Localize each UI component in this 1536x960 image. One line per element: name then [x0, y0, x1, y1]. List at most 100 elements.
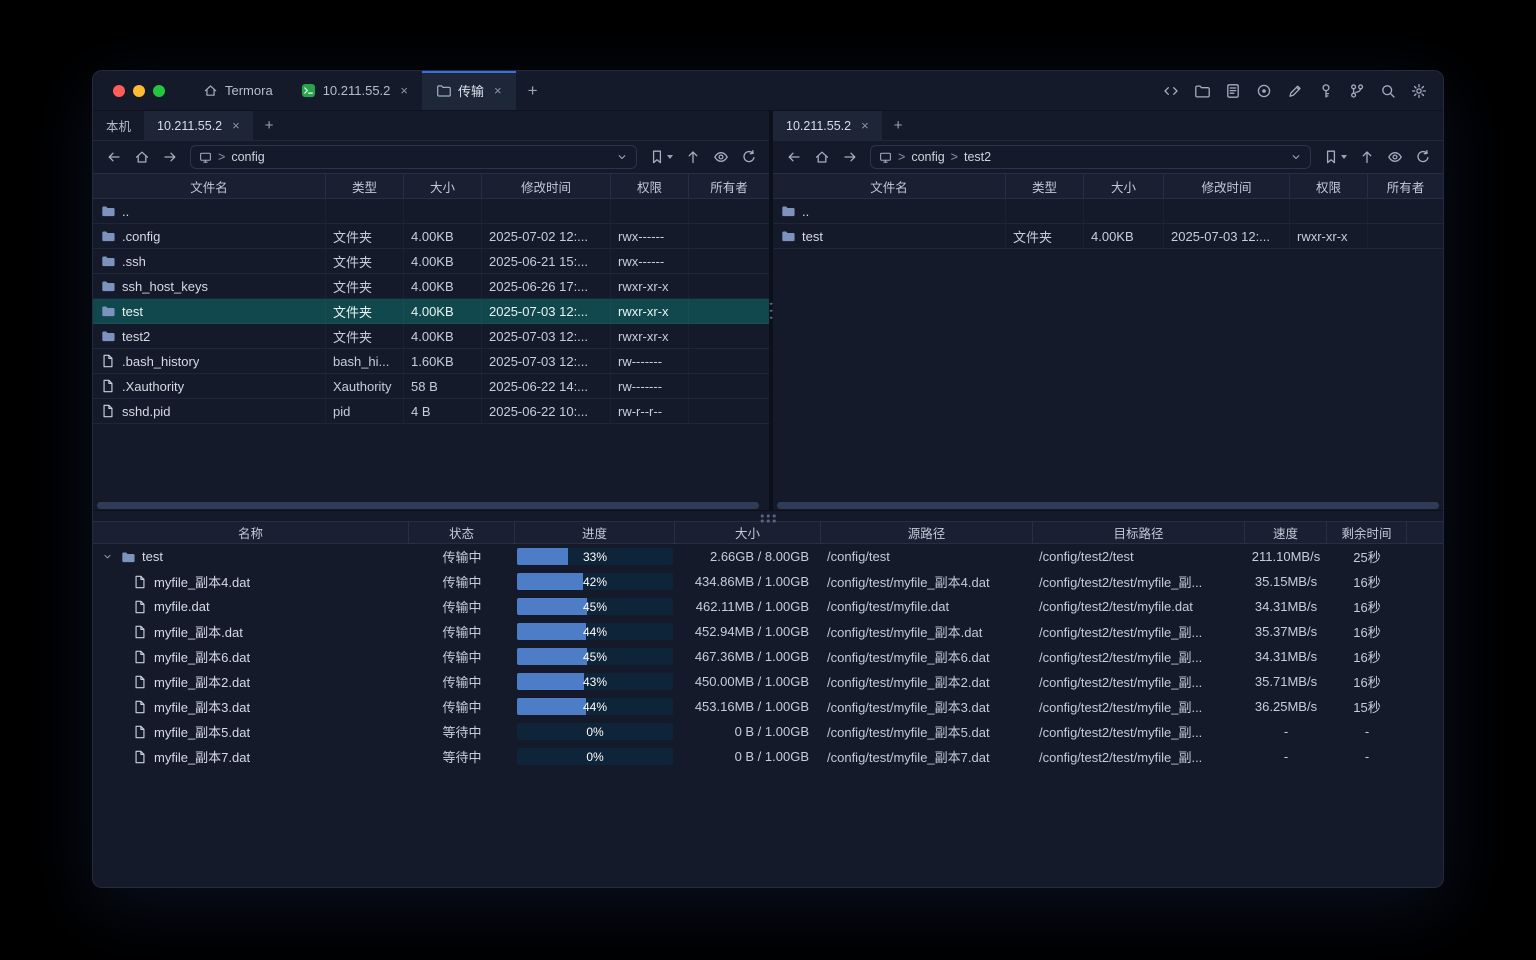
file-size: 4.00KB: [404, 224, 482, 248]
chevron-down-icon[interactable]: [616, 151, 628, 163]
file-row[interactable]: test文件夹4.00KB2025-07-03 12:...rwxr-xr-x: [93, 299, 769, 324]
column-header[interactable]: 类型: [1006, 174, 1084, 198]
branch-icon[interactable]: [1349, 83, 1365, 99]
column-header[interactable]: 所有者: [1368, 174, 1443, 198]
column-header[interactable]: 大小: [675, 522, 821, 543]
new-panel-tab-button[interactable]: +: [882, 111, 915, 140]
transfer-eta: 15秒: [1327, 694, 1407, 719]
new-tab-button[interactable]: +: [516, 71, 550, 110]
transfer-row[interactable]: test传输中33%2.66GB / 8.00GB/config/test/co…: [93, 544, 1443, 569]
forward-button[interactable]: [837, 145, 862, 169]
column-header[interactable]: 文件名: [93, 174, 326, 198]
transfer-splitter[interactable]: [93, 511, 1443, 521]
file-row[interactable]: .XauthorityXauthority58 B2025-06-22 14:.…: [93, 374, 769, 399]
file-row[interactable]: sshd.pidpid4 B2025-06-22 10:...rw-r--r--: [93, 399, 769, 424]
close-window-button[interactable]: [113, 85, 125, 97]
column-header[interactable]: 文件名: [773, 174, 1006, 198]
horizontal-scrollbar[interactable]: [93, 500, 769, 510]
transfer-speed: 35.37MB/s: [1245, 619, 1327, 644]
transfer-row[interactable]: myfile_副本4.dat传输中42%434.86MB / 1.00GB/co…: [93, 569, 1443, 594]
column-header[interactable]: 状态: [409, 522, 515, 543]
file-row[interactable]: ssh_host_keys文件夹4.00KB2025-06-26 17:...r…: [93, 274, 769, 299]
path-breadcrumb[interactable]: >config>test2: [870, 145, 1311, 169]
column-header[interactable]: 修改时间: [1164, 174, 1290, 198]
column-header[interactable]: 权限: [1290, 174, 1368, 198]
file-mtime: 2025-06-21 15:...: [482, 249, 611, 273]
show-hidden-button[interactable]: [708, 145, 733, 169]
scrollbar-thumb[interactable]: [777, 502, 1439, 509]
keygen-icon[interactable]: [1318, 83, 1334, 99]
back-button[interactable]: [101, 145, 126, 169]
column-header[interactable]: 类型: [326, 174, 404, 198]
column-header[interactable]: 进度: [515, 522, 675, 543]
panel-tab[interactable]: 10.211.55.2×: [773, 111, 882, 140]
breadcrumb-item[interactable]: config: [231, 150, 264, 164]
column-header[interactable]: 大小: [404, 174, 482, 198]
file-row[interactable]: test2文件夹4.00KB2025-07-03 12:...rwxr-xr-x: [93, 324, 769, 349]
refresh-button[interactable]: [1410, 145, 1435, 169]
transfer-row[interactable]: myfile_副本6.dat传输中45%467.36MB / 1.00GB/co…: [93, 644, 1443, 669]
breadcrumb-item[interactable]: config: [911, 150, 944, 164]
chevron-down-icon[interactable]: [1290, 151, 1302, 163]
folder-icon[interactable]: [1194, 83, 1210, 99]
file-row[interactable]: .ssh文件夹4.00KB2025-06-21 15:...rwx------: [93, 249, 769, 274]
edit-icon[interactable]: [1287, 83, 1303, 99]
breadcrumb-item[interactable]: test2: [964, 150, 991, 164]
settings-icon[interactable]: [1411, 83, 1427, 99]
bookmark-button[interactable]: [1319, 145, 1351, 169]
record-icon[interactable]: [1256, 83, 1272, 99]
search-icon[interactable]: [1380, 83, 1396, 99]
minimize-window-button[interactable]: [133, 85, 145, 97]
panel-tab[interactable]: 10.211.55.2×: [144, 111, 253, 140]
file-row[interactable]: .bash_historybash_hi...1.60KB2025-07-03 …: [93, 349, 769, 374]
upload-button[interactable]: [1354, 145, 1379, 169]
refresh-button[interactable]: [736, 145, 761, 169]
transfer-row[interactable]: myfile_副本.dat传输中44%452.94MB / 1.00GB/con…: [93, 619, 1443, 644]
app-tab[interactable]: 传输×: [422, 71, 516, 110]
column-header[interactable]: 速度: [1245, 522, 1327, 543]
transfer-row[interactable]: myfile_副本2.dat传输中43%450.00MB / 1.00GB/co…: [93, 669, 1443, 694]
transfer-row[interactable]: myfile_副本5.dat等待中0%0 B / 1.00GB/config/t…: [93, 719, 1443, 744]
close-tab-icon[interactable]: ×: [494, 84, 502, 97]
column-header[interactable]: 大小: [1084, 174, 1164, 198]
upload-button[interactable]: [680, 145, 705, 169]
home-button[interactable]: [129, 145, 154, 169]
back-button[interactable]: [781, 145, 806, 169]
app-tab[interactable]: Termora: [189, 71, 287, 110]
column-header[interactable]: 修改时间: [482, 174, 611, 198]
file-row[interactable]: .config文件夹4.00KB2025-07-02 12:...rwx----…: [93, 224, 769, 249]
path-breadcrumb[interactable]: >config: [190, 145, 637, 169]
close-tab-icon[interactable]: ×: [861, 119, 869, 132]
horizontal-scrollbar[interactable]: [773, 500, 1443, 510]
close-tab-icon[interactable]: ×: [232, 119, 240, 132]
column-header[interactable]: 目标路径: [1033, 522, 1245, 543]
column-header[interactable]: 源路径: [821, 522, 1033, 543]
transfer-row[interactable]: myfile_副本3.dat传输中44%453.16MB / 1.00GB/co…: [93, 694, 1443, 719]
log-icon[interactable]: [1225, 83, 1241, 99]
column-header[interactable]: 所有者: [689, 174, 769, 198]
column-header[interactable]: 名称: [93, 522, 409, 543]
close-tab-icon[interactable]: ×: [400, 84, 408, 97]
transfer-status: 传输中: [409, 644, 515, 669]
column-header[interactable]: 剩余时间: [1327, 522, 1407, 543]
forward-button[interactable]: [157, 145, 182, 169]
panel-splitter[interactable]: [769, 111, 773, 510]
file-row[interactable]: ..: [773, 199, 1443, 224]
transfer-row[interactable]: myfile_副本7.dat等待中0%0 B / 1.00GB/config/t…: [93, 744, 1443, 769]
file-row[interactable]: test文件夹4.00KB2025-07-03 12:...rwxr-xr-x: [773, 224, 1443, 249]
file-icon: [133, 750, 147, 764]
bookmark-button[interactable]: [645, 145, 677, 169]
new-panel-tab-button[interactable]: +: [253, 111, 286, 140]
scrollbar-thumb[interactable]: [97, 502, 759, 509]
transfer-row[interactable]: myfile.dat传输中45%462.11MB / 1.00GB/config…: [93, 594, 1443, 619]
code-icon[interactable]: [1163, 83, 1179, 99]
show-hidden-button[interactable]: [1382, 145, 1407, 169]
collapse-chevron-icon[interactable]: [101, 551, 114, 562]
app-tab[interactable]: 10.211.55.2×: [287, 71, 422, 110]
panel-tab[interactable]: 本机: [93, 111, 144, 140]
file-row[interactable]: ..: [93, 199, 769, 224]
column-header[interactable]: 权限: [611, 174, 689, 198]
transfer-size: 0 B / 1.00GB: [675, 719, 821, 744]
zoom-window-button[interactable]: [153, 85, 165, 97]
home-button[interactable]: [809, 145, 834, 169]
